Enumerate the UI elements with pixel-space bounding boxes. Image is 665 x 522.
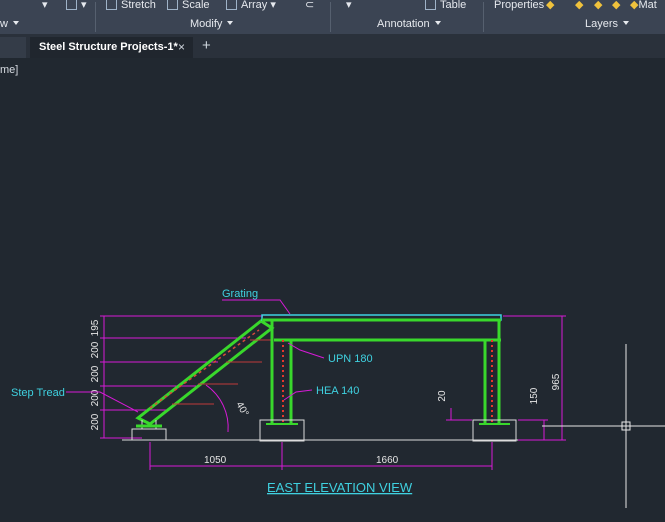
view-title: EAST ELEVATION VIEW xyxy=(267,480,413,495)
grating-label: Grating xyxy=(222,288,258,300)
upn-label: UPN 180 xyxy=(328,353,373,365)
hea-label: HEA 140 xyxy=(316,385,359,397)
dim-20: 20 xyxy=(437,390,448,402)
column-right xyxy=(472,320,517,442)
dim-1050: 1050 xyxy=(204,455,227,466)
column-left xyxy=(259,320,305,442)
dim-195: 195 xyxy=(90,319,101,336)
dim-200: 200 xyxy=(90,365,101,382)
right-dimensions xyxy=(446,315,566,441)
crosshair-cursor xyxy=(542,344,665,508)
height-dimensions xyxy=(100,315,263,439)
angle-label: 40° xyxy=(233,400,250,419)
dim-200: 200 xyxy=(90,413,101,430)
dim-200: 200 xyxy=(90,341,101,358)
dim-1660: 1660 xyxy=(376,455,399,466)
base-dimensions xyxy=(149,442,493,470)
drawing-canvas[interactable]: 195 200 200 200 200 200 40° xyxy=(0,0,665,522)
leaders xyxy=(66,299,325,413)
step-tread-label: Step Tread xyxy=(11,387,65,399)
dim-150: 150 xyxy=(529,387,540,404)
grating-platform xyxy=(261,314,502,342)
dim-965: 965 xyxy=(551,373,562,390)
